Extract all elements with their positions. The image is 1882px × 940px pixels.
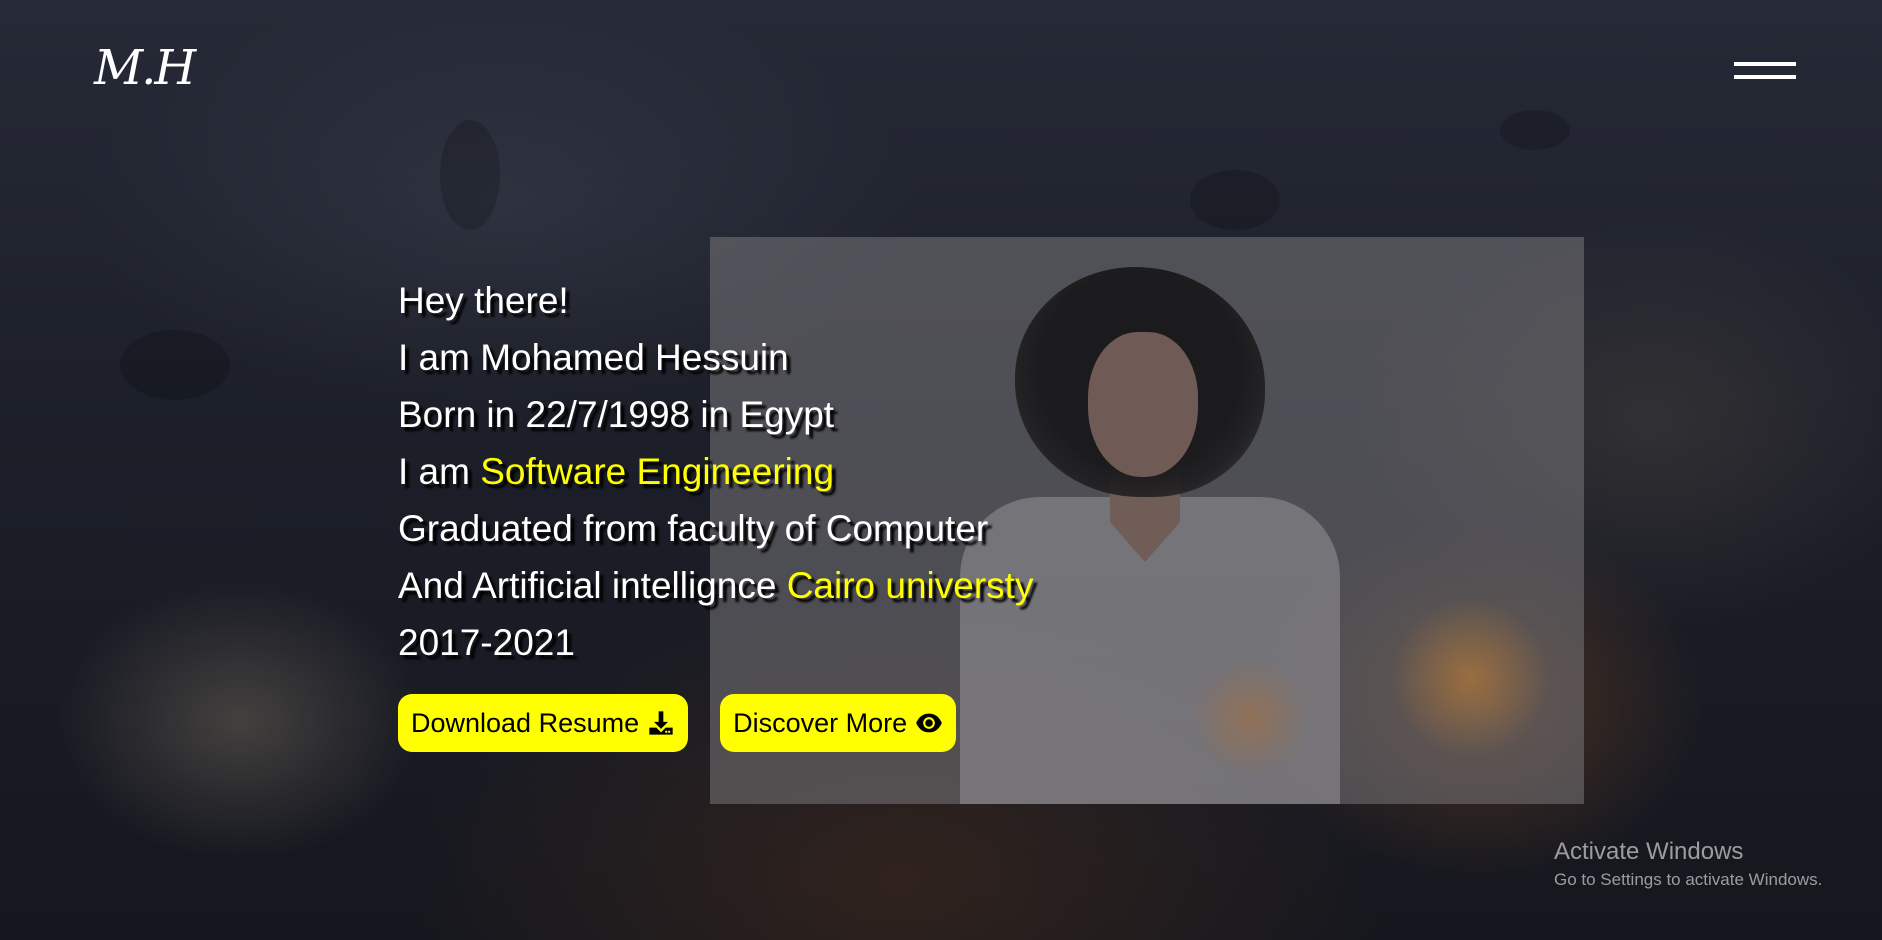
background-rain-drop [120, 330, 230, 400]
hamburger-icon-bar [1734, 75, 1796, 79]
background-rain-drop [440, 120, 500, 230]
download-icon [649, 711, 673, 735]
discover-more-button[interactable]: Discover More [720, 694, 957, 752]
greeting-line: Hey there! [398, 280, 569, 321]
hero-buttons: Download Resume Discover More [398, 694, 957, 752]
birth-line: Born in 22/7/1998 in Egypt [398, 394, 835, 435]
menu-button[interactable] [1734, 60, 1796, 82]
profession-line: I am Software Engineering [398, 443, 1298, 500]
university-prefix: And Artificial intellignce [398, 565, 787, 606]
discover-more-label: Discover More [733, 707, 908, 738]
activation-subtitle: Go to Settings to activate Windows. [1554, 870, 1823, 889]
hero-intro: Hey there! I am Mohamed Hessuin Born in … [398, 272, 1298, 671]
activation-title: Activate Windows [1554, 838, 1744, 865]
background-rain-drop [1500, 110, 1570, 150]
profession-prefix: I am [398, 451, 481, 492]
education-line: Graduated from faculty of Computer [398, 508, 989, 549]
profession-highlight: Software Engineering [480, 451, 835, 492]
photo-light-glow [1190, 657, 1310, 777]
windows-activation-watermark: Activate Windows Go to Settings to activ… [1554, 836, 1822, 892]
university-highlight: Cairo universty [786, 565, 1034, 606]
download-resume-label: Download Resume [411, 707, 640, 738]
university-line: And Artificial intellignce Cairo univers… [398, 557, 1298, 614]
name-line: I am Mohamed Hessuin [398, 337, 789, 378]
eye-icon [916, 713, 943, 733]
background-rain-drop [1190, 170, 1280, 230]
download-resume-button[interactable]: Download Resume [398, 694, 689, 752]
hamburger-icon [1734, 62, 1796, 66]
photo-light-glow [1390, 597, 1550, 757]
years-line: 2017-2021 [398, 622, 575, 663]
site-logo[interactable]: M.H [94, 44, 196, 92]
